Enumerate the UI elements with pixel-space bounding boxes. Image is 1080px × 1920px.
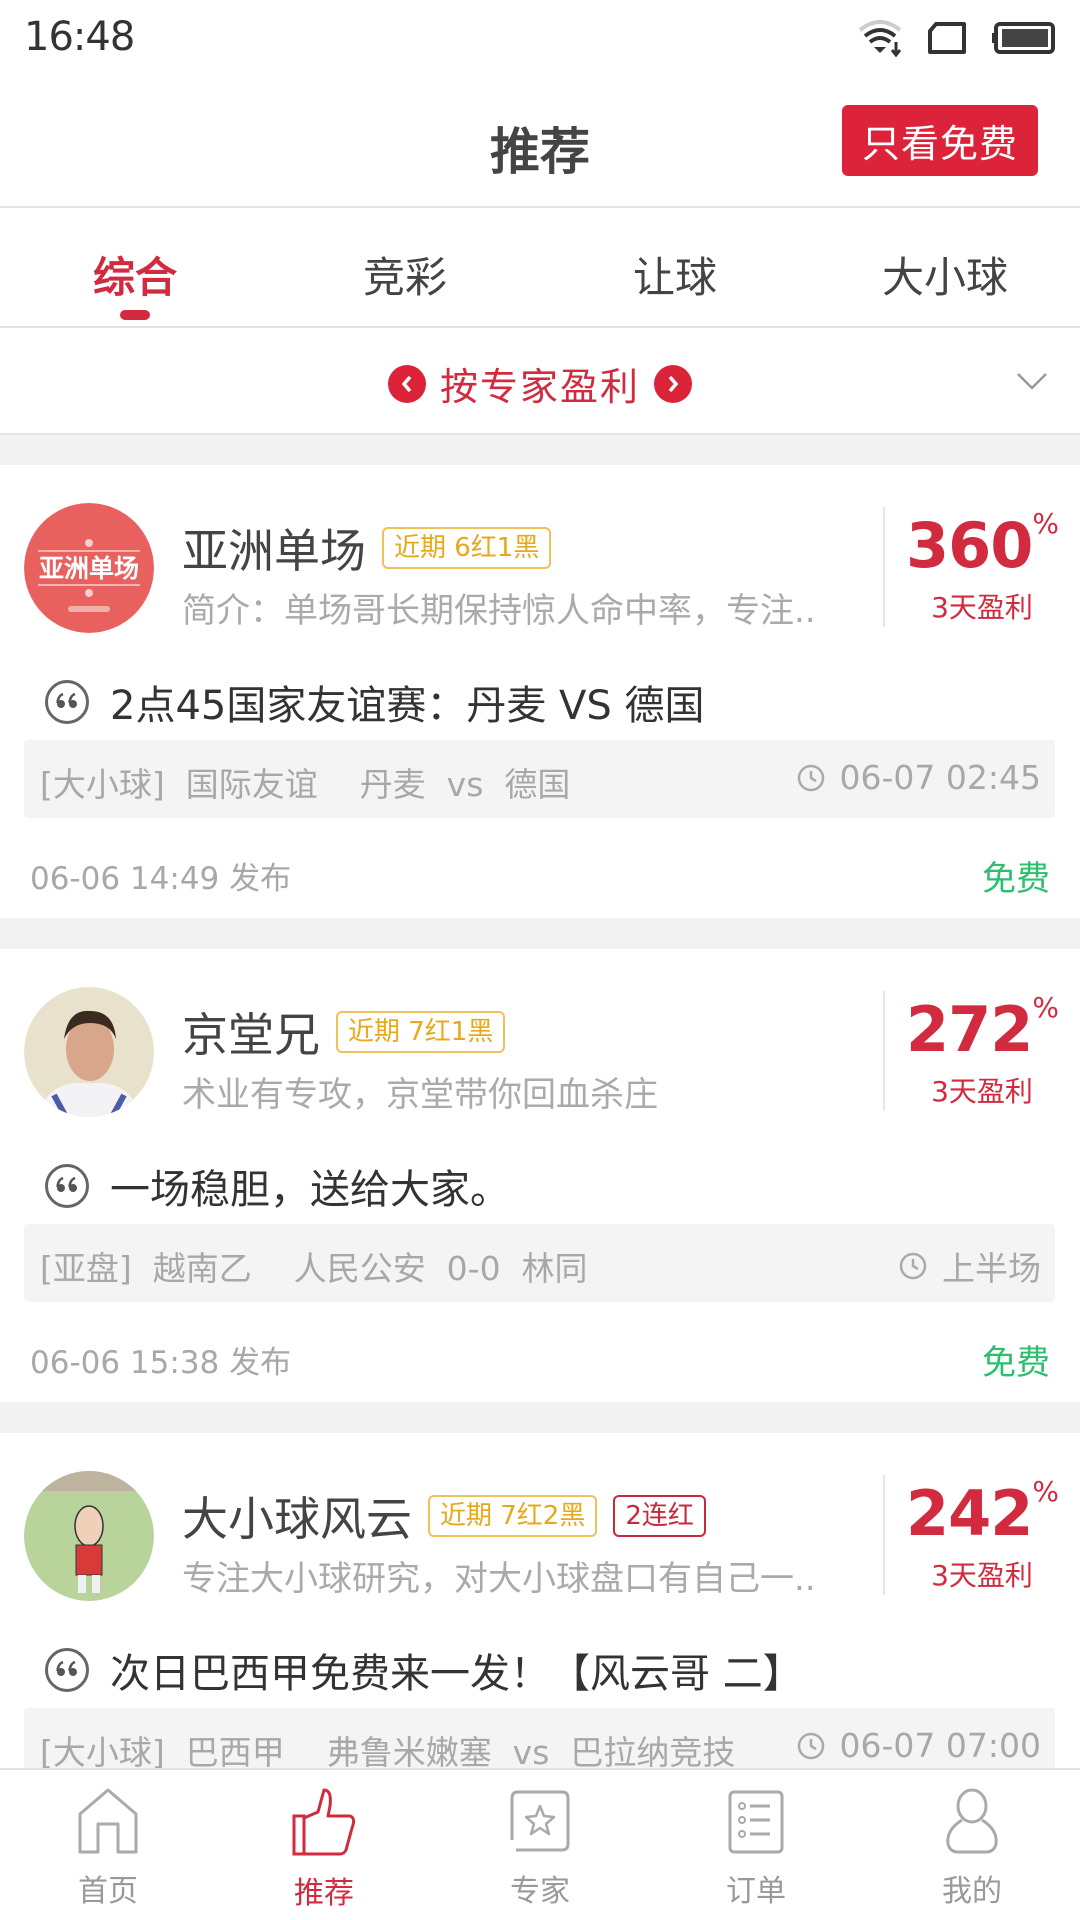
record-badge: 近期 6红1黑 <box>382 527 552 569</box>
profit-label: 3天盈利 <box>931 591 1033 624</box>
expert-description: 简介：单场哥长期保持惊人命中率，专注.. <box>182 591 816 631</box>
recommendation-title: 次日巴西甲免费来一发！【风云哥 二】 <box>110 1651 803 1697</box>
expert-card[interactable]: 大小球风云 近期 7红2黑 2连红 专注大小球研究，对大小球盘口有自己一.. 2… <box>0 1433 1080 1768</box>
record-badge: 近期 7红1黑 <box>336 1011 506 1053</box>
free-only-button[interactable]: 只看免费 <box>842 105 1038 176</box>
home-icon <box>78 1788 138 1854</box>
tab-lottery[interactable]: 竞彩 <box>270 208 540 326</box>
expert-description: 专注大小球研究，对大小球盘口有自己一.. <box>182 1559 816 1599</box>
user-icon <box>946 1788 998 1854</box>
wifi-icon <box>858 20 902 58</box>
expert-card[interactable]: 京堂兄 近期 7红1黑 术业有专攻，京堂带你回血杀庄 272% 3天盈利 一场稳… <box>0 949 1080 1402</box>
match-info[interactable]: [大小球] 国际友谊 丹麦 vs 德国 06-07 02:45 <box>24 740 1055 818</box>
status-bar: 16:48 <box>0 0 1080 86</box>
section-gap <box>0 1402 1080 1433</box>
nav-orders[interactable]: 订单 <box>648 1770 864 1920</box>
profit-block: 360% 3天盈利 <box>884 507 1080 626</box>
tab-active-indicator <box>120 310 150 320</box>
match-details: [亚盘] 越南乙 人民公安 0-0 林同 <box>40 1249 588 1288</box>
recommendation-title: 2点45国家友谊赛：丹麦 VS 德国 <box>110 683 705 729</box>
star-badge-icon <box>510 1790 570 1852</box>
sim-card-icon <box>928 22 966 54</box>
publish-time: 06-06 15:38 发布 <box>30 1345 292 1381</box>
match-time: 06-07 07:00 <box>839 1726 1041 1765</box>
nav-recommend[interactable]: 推荐 <box>216 1770 432 1920</box>
nav-mine[interactable]: 我的 <box>864 1770 1080 1920</box>
battery-icon <box>992 22 1055 54</box>
next-sort-button[interactable] <box>654 364 692 403</box>
profit-unit: % <box>1032 1475 1059 1508</box>
price-label: 免费 <box>982 859 1050 899</box>
match-details: [大小球] 国际友谊 丹麦 vs 德国 <box>40 765 571 804</box>
tab-label: 竞彩 <box>362 253 447 302</box>
publish-time: 06-06 14:49 发布 <box>30 861 292 897</box>
clock-icon <box>797 1732 824 1759</box>
clock-icon <box>899 1252 927 1280</box>
tab-label: 让球 <box>632 253 717 302</box>
profit-block: 272% 3天盈利 <box>884 991 1080 1110</box>
prev-sort-button[interactable] <box>387 364 426 403</box>
avatar-image: 亚洲单场 <box>24 503 154 633</box>
profit-value: 272 <box>905 993 1033 1066</box>
avatar[interactable] <box>24 987 154 1117</box>
recommendation-title: 一场稳胆，送给大家。 <box>110 1167 510 1213</box>
expert-name: 大小球风云 <box>182 1492 412 1546</box>
nav-label: 我的 <box>942 1874 1002 1909</box>
price-label: 免费 <box>982 1343 1050 1383</box>
nav-label: 首页 <box>78 1874 138 1909</box>
quote-icon <box>45 1648 89 1692</box>
nav-label: 推荐 <box>294 1876 354 1911</box>
quote-icon <box>45 680 89 724</box>
streak-badge: 2连红 <box>613 1495 706 1537</box>
chevron-left-icon <box>401 375 412 392</box>
category-tabs: 综合 竞彩 让球 大小球 <box>0 208 1080 328</box>
expert-name: 京堂兄 <box>182 1008 320 1062</box>
avatar-image <box>24 1471 154 1601</box>
match-time: 上半场 <box>942 1249 1041 1288</box>
quote-icon <box>45 1164 89 1208</box>
app-header: 推荐 只看免费 <box>0 86 1080 208</box>
clock-icon <box>797 764 824 791</box>
status-time: 16:48 <box>24 14 135 60</box>
match-time: 06-07 02:45 <box>839 758 1041 797</box>
avatar-text: 亚洲单场 <box>39 554 139 583</box>
nav-experts[interactable]: 专家 <box>432 1770 648 1920</box>
match-details: [大小球] 巴西甲 弗鲁米嫩塞 vs 巴拉纳竞技 <box>40 1733 736 1768</box>
nav-home[interactable]: 首页 <box>0 1770 216 1920</box>
match-info[interactable]: [亚盘] 越南乙 人民公安 0-0 林同 上半场 <box>24 1224 1055 1302</box>
profit-block: 242% 3天盈利 <box>884 1475 1080 1594</box>
avatar[interactable]: 亚洲单场 <box>24 503 154 633</box>
profit-label: 3天盈利 <box>931 1559 1033 1592</box>
sort-filter-bar: 按专家盈利 <box>0 328 1080 435</box>
section-gap <box>0 918 1080 949</box>
section-gap <box>0 435 1080 465</box>
nav-label: 订单 <box>726 1874 786 1909</box>
chevron-down-icon[interactable] <box>1014 358 1050 406</box>
avatar[interactable] <box>24 1471 154 1601</box>
expert-description: 术业有专攻，京堂带你回血杀庄 <box>182 1075 658 1115</box>
tab-label: 综合 <box>92 253 177 302</box>
tab-handicap[interactable]: 让球 <box>540 208 810 326</box>
nav-label: 专家 <box>510 1874 570 1909</box>
avatar-image <box>24 987 154 1117</box>
profit-unit: % <box>1032 507 1059 540</box>
profit-value: 360 <box>905 509 1033 582</box>
list-icon <box>728 1790 784 1854</box>
profit-unit: % <box>1032 991 1059 1024</box>
thumbs-up-icon <box>292 1788 356 1856</box>
tab-label: 大小球 <box>881 253 1008 302</box>
status-icons <box>856 18 1056 58</box>
tab-over-under[interactable]: 大小球 <box>810 208 1080 326</box>
profit-label: 3天盈利 <box>931 1075 1033 1108</box>
record-badge: 近期 7红2黑 <box>428 1495 598 1537</box>
tab-comprehensive[interactable]: 综合 <box>0 208 270 326</box>
bottom-nav: 首页 推荐 专家 订单 我的 <box>0 1768 1080 1920</box>
sort-label: 按专家盈利 <box>439 365 640 409</box>
match-info[interactable]: [大小球] 巴西甲 弗鲁米嫩塞 vs 巴拉纳竞技 06-07 07:00 <box>24 1708 1055 1768</box>
chevron-right-icon <box>668 375 679 392</box>
expert-card[interactable]: 亚洲单场 亚洲单场 近期 6红1黑 简介：单场哥长期保持惊人命中率，专注.. 3… <box>0 465 1080 918</box>
profit-value: 242 <box>905 1477 1033 1550</box>
expert-name: 亚洲单场 <box>182 524 366 578</box>
